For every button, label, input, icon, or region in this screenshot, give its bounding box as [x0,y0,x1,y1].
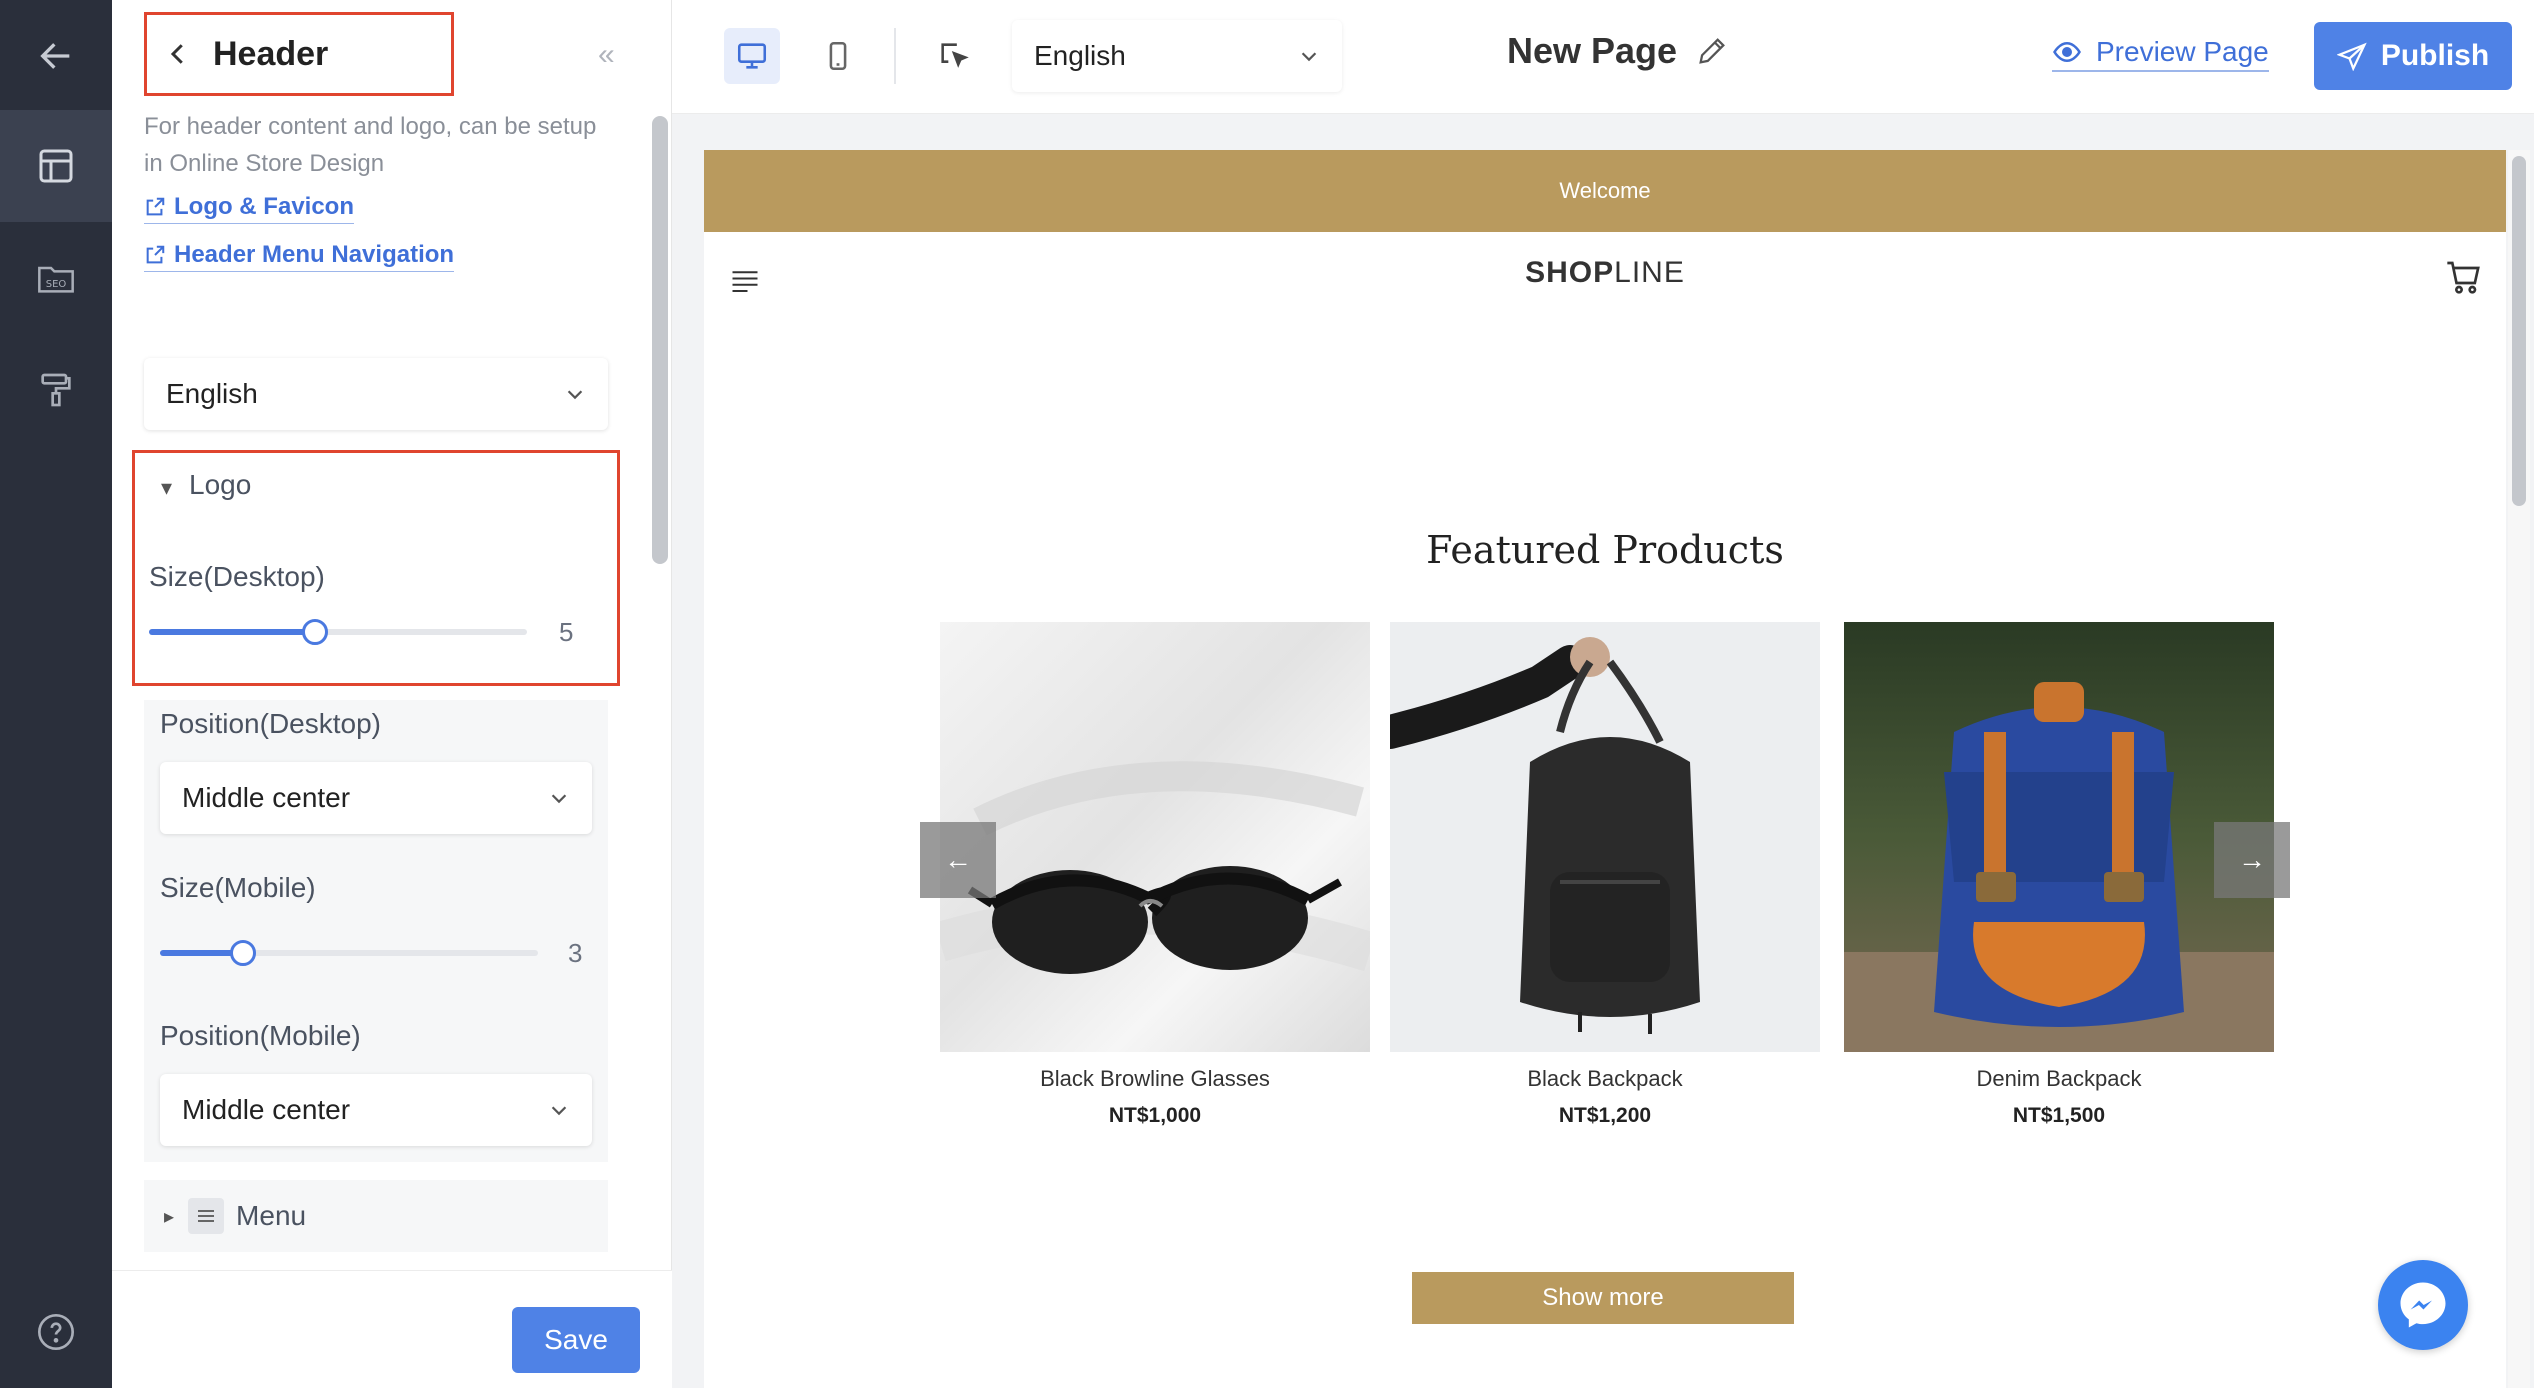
product-name[interactable]: Denim Backpack [1844,1066,2274,1092]
external-link-icon [146,197,165,216]
page-title: New Page [1507,30,1678,71]
preview-scrollbar[interactable] [2512,156,2526,506]
menu-section[interactable]: ▸ Menu [144,1180,608,1252]
collapse-panel-icon[interactable]: « [598,38,615,72]
product-name[interactable]: Black Backpack [1390,1066,1820,1092]
back-button[interactable] [0,0,112,112]
size-mobile-label: Size(Mobile) [160,872,316,903]
messenger-chat-button[interactable] [2378,1260,2468,1350]
language-select[interactable]: English [144,358,608,430]
back-arrow-icon [40,43,70,69]
announcement-bar[interactable]: Welcome [704,150,2506,232]
send-icon [2336,42,2367,71]
help-icon [38,1314,74,1350]
slider-fill [149,629,316,635]
preview-language-select[interactable]: English [1012,20,1342,92]
select-element-button[interactable] [926,28,982,84]
product-card[interactable]: Denim Backpack NT$1,500 [1844,622,2274,1128]
preview-page-link[interactable]: Preview Page [2052,36,2269,72]
chevron-down-icon [1301,52,1317,62]
help-button[interactable] [0,1276,112,1388]
messenger-icon [2400,1282,2446,1328]
product-image-glasses [940,622,1370,1052]
size-desktop-slider[interactable] [149,617,527,647]
chevron-left-icon [170,44,183,64]
product-price: NT$1,000 [1108,1104,1202,1127]
position-mobile-label: Position(Mobile) [160,1020,361,1051]
toolbar-divider [894,28,896,84]
editor-toolbar: English New Page Preview Page Publish [672,0,2534,114]
product-price: NT$1,200 [1558,1104,1652,1127]
size-desktop-label: Size(Desktop) [149,561,325,592]
product-image-denim-backpack [1844,622,2274,1052]
pencil-icon[interactable] [1695,34,1729,68]
layout-icon [39,149,73,183]
eye-icon [2053,41,2081,63]
seo-icon: SEO [38,266,74,293]
desktop-icon [737,43,767,69]
panel-footer: Save [112,1270,672,1388]
product-price: NT$1,500 [2012,1104,2106,1127]
arrow-right-icon: → [2238,844,2266,875]
position-desktop-label: Position(Desktop) [160,708,381,739]
store-preview-frame[interactable]: Welcome SHOPLINE Featured Products Black… [704,150,2506,1388]
save-button[interactable]: Save [512,1307,640,1373]
featured-products-title: Featured Products [1426,528,1784,572]
panel-title: Header [213,34,329,73]
menu-lines-icon [188,1198,225,1234]
external-link-icon [146,245,165,264]
seo-button[interactable]: SEO [0,222,112,334]
product-card[interactable]: Black Browline Glasses NT$1,000 [940,622,1370,1128]
logo-section: ▾ Logo Size(Desktop) 5 [132,450,620,686]
size-desktop-value: 5 [559,617,574,647]
publish-button[interactable]: Publish [2314,22,2512,90]
size-mobile-value: 3 [568,938,583,968]
page-title-group: New Page [1507,30,1729,72]
header-menu-navigation-link[interactable]: Header Menu Navigation [144,241,455,272]
mobile-icon [829,41,847,71]
panel-scrollbar[interactable] [652,116,668,564]
product-name[interactable]: Black Browline Glasses [940,1066,1370,1092]
svg-text:SEO: SEO [46,279,67,290]
arrow-left-icon: ← [944,844,972,875]
settings-panel: Header « For header content and logo, ca… [112,0,672,1388]
mobile-view-button[interactable] [810,28,866,84]
position-desktop-select[interactable]: Middle center [160,762,592,834]
slider-handle[interactable] [302,619,329,645]
paint-roller-icon [41,373,71,407]
logo-favicon-link[interactable]: Logo & Favicon [144,193,354,224]
size-mobile-slider[interactable] [160,938,538,968]
product-image-black-backpack [1390,622,1820,1052]
slider-handle[interactable] [230,940,257,966]
store-logo[interactable]: SHOPLINE [704,256,2506,290]
cursor-select-icon [941,43,969,68]
panel-header[interactable]: Header [144,12,454,96]
logo-section-title[interactable]: Logo [189,469,251,501]
panel-description: For header content and logo, can be setu… [144,113,597,177]
desktop-view-button[interactable] [724,28,780,84]
left-rail: SEO [0,0,130,1388]
position-mobile-select[interactable]: Middle center [160,1074,592,1146]
layout-button[interactable] [0,110,130,222]
chevron-down-icon [551,1106,567,1116]
carousel-next-button[interactable]: → [2214,822,2290,898]
caret-down-icon[interactable]: ▾ [161,475,172,501]
chevron-down-icon [567,390,583,400]
caret-right-icon: ▸ [164,1205,175,1228]
product-card[interactable]: Black Backpack NT$1,200 [1390,622,1820,1128]
show-more-button[interactable]: Show more [1412,1272,1794,1324]
design-button[interactable] [0,334,112,446]
carousel-prev-button[interactable]: ← [920,822,996,898]
chevron-down-icon [551,794,567,804]
cart-icon[interactable] [2444,258,2484,298]
